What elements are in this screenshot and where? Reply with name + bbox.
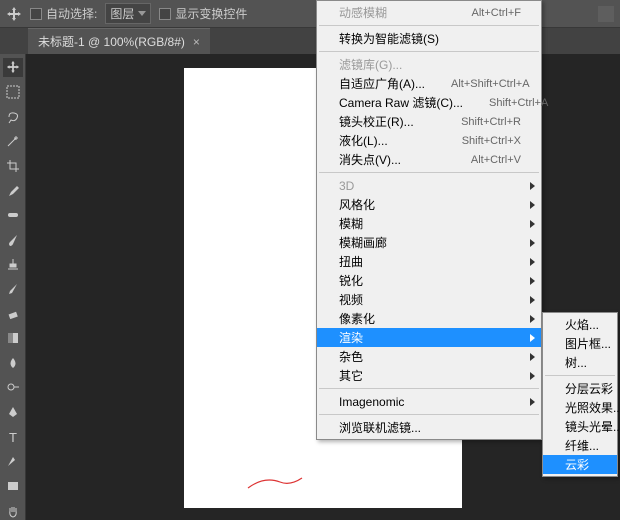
submenu-item[interactable]: 纤维... — [543, 436, 617, 455]
chevron-down-icon — [138, 11, 146, 16]
menu-last-filter[interactable]: 动感模糊 Alt+Ctrl+F — [317, 3, 541, 22]
menu-item[interactable]: 自适应广角(A)...Alt+Shift+Ctrl+A — [317, 74, 541, 93]
eraser-tool[interactable] — [3, 304, 23, 323]
submenu-arrow-icon — [530, 296, 535, 304]
menu-convert-smart[interactable]: 转换为智能滤镜(S) — [317, 29, 541, 48]
eyedropper-tool[interactable] — [3, 181, 23, 200]
render-submenu: 火焰...图片框...树... 分层云彩光照效果...镜头光晕...纤维...云… — [542, 312, 618, 477]
gradient-tool[interactable] — [3, 329, 23, 348]
stamp-tool[interactable] — [3, 255, 23, 274]
canvas-stroke — [246, 472, 304, 492]
path-tool[interactable] — [3, 452, 23, 471]
submenu-item[interactable]: 树... — [543, 353, 617, 372]
layer-dropdown-label: 图层 — [110, 5, 134, 22]
submenu-arrow-icon — [530, 398, 535, 406]
menu-separator — [319, 388, 539, 389]
document-tab[interactable]: 未标题-1 @ 100%(RGB/8#) × — [28, 28, 210, 54]
menu-separator — [319, 172, 539, 173]
submenu-arrow-icon — [530, 239, 535, 247]
wand-tool[interactable] — [3, 132, 23, 151]
menu-item-锐化[interactable]: 锐化 — [317, 271, 541, 290]
menu-item-风格化[interactable]: 风格化 — [317, 195, 541, 214]
show-transform-label: 显示变换控件 — [175, 5, 247, 22]
menu-item[interactable]: 滤镜库(G)... — [317, 55, 541, 74]
dodge-tool[interactable] — [3, 378, 23, 397]
submenu-item[interactable]: 图片框... — [543, 334, 617, 353]
menu-item-杂色[interactable]: 杂色 — [317, 347, 541, 366]
crop-tool[interactable] — [3, 157, 23, 176]
alignment-icons — [598, 6, 614, 22]
menu-item-其它[interactable]: 其它 — [317, 366, 541, 385]
menu-separator — [545, 375, 615, 376]
filter-menu: 动感模糊 Alt+Ctrl+F 转换为智能滤镜(S) 滤镜库(G)...自适应广… — [316, 0, 542, 440]
svg-text:T: T — [9, 430, 17, 444]
shape-tool[interactable] — [3, 477, 23, 496]
close-icon[interactable]: × — [193, 35, 200, 49]
lasso-tool[interactable] — [3, 107, 23, 126]
submenu-arrow-icon — [530, 315, 535, 323]
tab-title: 未标题-1 @ 100%(RGB/8#) — [38, 33, 185, 50]
menu-separator — [319, 51, 539, 52]
layer-dropdown[interactable]: 图层 — [105, 3, 151, 24]
submenu-arrow-icon — [530, 258, 535, 266]
history-brush-tool[interactable] — [3, 280, 23, 299]
align-icon[interactable] — [598, 6, 614, 22]
blur-tool[interactable] — [3, 354, 23, 373]
healing-tool[interactable] — [3, 206, 23, 225]
menu-item-3D[interactable]: 3D — [317, 176, 541, 195]
menu-item-扭曲[interactable]: 扭曲 — [317, 252, 541, 271]
menu-item[interactable]: 消失点(V)...Alt+Ctrl+V — [317, 150, 541, 169]
submenu-arrow-icon — [530, 277, 535, 285]
submenu-item[interactable]: 分层云彩 — [543, 379, 617, 398]
type-tool[interactable]: T — [3, 427, 23, 446]
menu-item[interactable]: 镜头校正(R)...Shift+Ctrl+R — [317, 112, 541, 131]
submenu-arrow-icon — [530, 334, 535, 342]
menu-separator — [319, 414, 539, 415]
menu-item-像素化[interactable]: 像素化 — [317, 309, 541, 328]
hand-tool[interactable] — [3, 501, 23, 520]
submenu-item[interactable]: 光照效果... — [543, 398, 617, 417]
menu-group-1: 滤镜库(G)...自适应广角(A)...Alt+Shift+Ctrl+ACame… — [317, 55, 541, 169]
submenu-group-2: 分层云彩光照效果...镜头光晕...纤维...云彩 — [543, 379, 617, 474]
brush-tool[interactable] — [3, 230, 23, 249]
submenu-arrow-icon — [530, 201, 535, 209]
submenu-group-1: 火焰...图片框...树... — [543, 315, 617, 372]
submenu-arrow-icon — [530, 182, 535, 190]
menu-item-渲染[interactable]: 渲染 — [317, 328, 541, 347]
move-tool-indicator — [6, 6, 22, 22]
menu-item-视频[interactable]: 视频 — [317, 290, 541, 309]
menu-separator — [319, 25, 539, 26]
show-transform-checkbox[interactable] — [159, 8, 171, 20]
menu-imagenomic[interactable]: Imagenomic — [317, 392, 541, 411]
submenu-item[interactable]: 镜头光晕... — [543, 417, 617, 436]
submenu-item[interactable]: 火焰... — [543, 315, 617, 334]
auto-select-group[interactable]: 自动选择: — [30, 5, 97, 22]
submenu-arrow-icon — [530, 220, 535, 228]
marquee-tool[interactable] — [3, 83, 23, 102]
menu-item-模糊[interactable]: 模糊 — [317, 214, 541, 233]
menu-item[interactable]: 液化(L)...Shift+Ctrl+X — [317, 131, 541, 150]
submenu-arrow-icon — [530, 372, 535, 380]
submenu-arrow-icon — [530, 353, 535, 361]
pen-tool[interactable] — [3, 403, 23, 422]
move-tool[interactable] — [3, 58, 23, 77]
menu-browse-online[interactable]: 浏览联机滤镜... — [317, 418, 541, 437]
show-transform-group[interactable]: 显示变换控件 — [159, 5, 247, 22]
submenu-item[interactable]: 云彩 — [543, 455, 617, 474]
menu-item-模糊画廊[interactable]: 模糊画廊 — [317, 233, 541, 252]
menu-group-2: 3D风格化模糊模糊画廊扭曲锐化视频像素化渲染杂色其它 — [317, 176, 541, 385]
auto-select-checkbox[interactable] — [30, 8, 42, 20]
auto-select-label: 自动选择: — [46, 5, 97, 22]
menu-item[interactable]: Camera Raw 滤镜(C)...Shift+Ctrl+A — [317, 93, 541, 112]
tool-panel: T — [0, 54, 26, 520]
